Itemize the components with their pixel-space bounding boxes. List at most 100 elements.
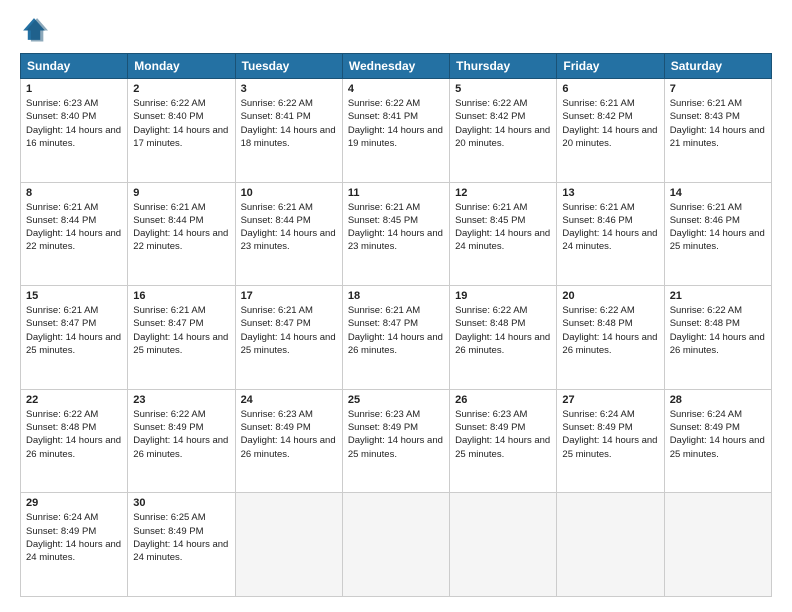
sunset-line: Sunset: 8:41 PM	[348, 110, 444, 123]
calendar-body: 1 Sunrise: 6:23 AM Sunset: 8:40 PM Dayli…	[21, 79, 772, 597]
day-number: 17	[241, 290, 337, 302]
calendar-cell: 30 Sunrise: 6:25 AM Sunset: 8:49 PM Dayl…	[128, 493, 235, 597]
day-header-sunday: Sunday	[21, 54, 128, 79]
calendar-cell: 21 Sunrise: 6:22 AM Sunset: 8:48 PM Dayl…	[664, 286, 771, 390]
sunset-line: Sunset: 8:40 PM	[26, 110, 122, 123]
daylight-line: Daylight: 14 hours and 23 minutes.	[241, 227, 337, 254]
daylight-line: Daylight: 14 hours and 26 minutes.	[241, 434, 337, 461]
sunset-line: Sunset: 8:49 PM	[455, 421, 551, 434]
sunrise-line: Sunrise: 6:22 AM	[670, 304, 766, 317]
day-number: 1	[26, 83, 122, 95]
sunrise-line: Sunrise: 6:21 AM	[26, 304, 122, 317]
sunrise-line: Sunrise: 6:21 AM	[455, 201, 551, 214]
calendar-cell: 22 Sunrise: 6:22 AM Sunset: 8:48 PM Dayl…	[21, 389, 128, 493]
calendar-cell: 18 Sunrise: 6:21 AM Sunset: 8:47 PM Dayl…	[342, 286, 449, 390]
daylight-line: Daylight: 14 hours and 24 minutes.	[133, 538, 229, 565]
calendar-cell: 25 Sunrise: 6:23 AM Sunset: 8:49 PM Dayl…	[342, 389, 449, 493]
calendar-week-3: 15 Sunrise: 6:21 AM Sunset: 8:47 PM Dayl…	[21, 286, 772, 390]
sunrise-line: Sunrise: 6:21 AM	[670, 97, 766, 110]
sunset-line: Sunset: 8:47 PM	[348, 317, 444, 330]
sunrise-line: Sunrise: 6:23 AM	[26, 97, 122, 110]
day-number: 11	[348, 187, 444, 199]
day-header-wednesday: Wednesday	[342, 54, 449, 79]
day-number: 27	[562, 394, 658, 406]
day-number: 20	[562, 290, 658, 302]
calendar-cell: 4 Sunrise: 6:22 AM Sunset: 8:41 PM Dayli…	[342, 79, 449, 183]
day-number: 29	[26, 497, 122, 509]
calendar-week-5: 29 Sunrise: 6:24 AM Sunset: 8:49 PM Dayl…	[21, 493, 772, 597]
sunrise-line: Sunrise: 6:22 AM	[26, 408, 122, 421]
sunset-line: Sunset: 8:49 PM	[26, 525, 122, 538]
calendar-cell: 13 Sunrise: 6:21 AM Sunset: 8:46 PM Dayl…	[557, 182, 664, 286]
calendar-table: SundayMondayTuesdayWednesdayThursdayFrid…	[20, 53, 772, 597]
day-number: 2	[133, 83, 229, 95]
sunset-line: Sunset: 8:48 PM	[26, 421, 122, 434]
sunset-line: Sunset: 8:46 PM	[670, 214, 766, 227]
sunrise-line: Sunrise: 6:24 AM	[670, 408, 766, 421]
sunrise-line: Sunrise: 6:22 AM	[133, 408, 229, 421]
daylight-line: Daylight: 14 hours and 25 minutes.	[670, 434, 766, 461]
daylight-line: Daylight: 14 hours and 26 minutes.	[455, 331, 551, 358]
calendar-cell	[450, 493, 557, 597]
sunrise-line: Sunrise: 6:22 AM	[133, 97, 229, 110]
daylight-line: Daylight: 14 hours and 20 minutes.	[455, 124, 551, 151]
sunset-line: Sunset: 8:45 PM	[348, 214, 444, 227]
daylight-line: Daylight: 14 hours and 23 minutes.	[348, 227, 444, 254]
day-header-tuesday: Tuesday	[235, 54, 342, 79]
sunrise-line: Sunrise: 6:24 AM	[26, 511, 122, 524]
day-number: 14	[670, 187, 766, 199]
daylight-line: Daylight: 14 hours and 26 minutes.	[670, 331, 766, 358]
daylight-line: Daylight: 14 hours and 25 minutes.	[455, 434, 551, 461]
calendar-cell: 10 Sunrise: 6:21 AM Sunset: 8:44 PM Dayl…	[235, 182, 342, 286]
sunrise-line: Sunrise: 6:23 AM	[348, 408, 444, 421]
day-number: 18	[348, 290, 444, 302]
day-number: 12	[455, 187, 551, 199]
daylight-line: Daylight: 14 hours and 24 minutes.	[26, 538, 122, 565]
day-number: 21	[670, 290, 766, 302]
daylight-line: Daylight: 14 hours and 22 minutes.	[133, 227, 229, 254]
day-number: 25	[348, 394, 444, 406]
sunrise-line: Sunrise: 6:23 AM	[455, 408, 551, 421]
daylight-line: Daylight: 14 hours and 18 minutes.	[241, 124, 337, 151]
daylight-line: Daylight: 14 hours and 26 minutes.	[348, 331, 444, 358]
sunrise-line: Sunrise: 6:22 AM	[348, 97, 444, 110]
sunrise-line: Sunrise: 6:22 AM	[455, 304, 551, 317]
daylight-line: Daylight: 14 hours and 19 minutes.	[348, 124, 444, 151]
daylight-line: Daylight: 14 hours and 17 minutes.	[133, 124, 229, 151]
day-number: 16	[133, 290, 229, 302]
sunset-line: Sunset: 8:44 PM	[26, 214, 122, 227]
sunrise-line: Sunrise: 6:21 AM	[241, 304, 337, 317]
logo-icon	[20, 15, 48, 43]
sunset-line: Sunset: 8:49 PM	[133, 525, 229, 538]
sunset-line: Sunset: 8:45 PM	[455, 214, 551, 227]
daylight-line: Daylight: 14 hours and 22 minutes.	[26, 227, 122, 254]
sunrise-line: Sunrise: 6:21 AM	[670, 201, 766, 214]
daylight-line: Daylight: 14 hours and 26 minutes.	[26, 434, 122, 461]
day-number: 8	[26, 187, 122, 199]
calendar-cell: 11 Sunrise: 6:21 AM Sunset: 8:45 PM Dayl…	[342, 182, 449, 286]
day-number: 4	[348, 83, 444, 95]
day-number: 3	[241, 83, 337, 95]
day-number: 24	[241, 394, 337, 406]
calendar-cell: 19 Sunrise: 6:22 AM Sunset: 8:48 PM Dayl…	[450, 286, 557, 390]
calendar-cell: 26 Sunrise: 6:23 AM Sunset: 8:49 PM Dayl…	[450, 389, 557, 493]
day-number: 19	[455, 290, 551, 302]
day-number: 10	[241, 187, 337, 199]
calendar-week-1: 1 Sunrise: 6:23 AM Sunset: 8:40 PM Dayli…	[21, 79, 772, 183]
header	[20, 15, 772, 43]
day-number: 26	[455, 394, 551, 406]
daylight-line: Daylight: 14 hours and 20 minutes.	[562, 124, 658, 151]
calendar-week-4: 22 Sunrise: 6:22 AM Sunset: 8:48 PM Dayl…	[21, 389, 772, 493]
day-number: 22	[26, 394, 122, 406]
sunrise-line: Sunrise: 6:21 AM	[562, 201, 658, 214]
sunset-line: Sunset: 8:47 PM	[241, 317, 337, 330]
daylight-line: Daylight: 14 hours and 25 minutes.	[241, 331, 337, 358]
page: SundayMondayTuesdayWednesdayThursdayFrid…	[0, 0, 792, 612]
sunrise-line: Sunrise: 6:21 AM	[562, 97, 658, 110]
calendar-cell: 9 Sunrise: 6:21 AM Sunset: 8:44 PM Dayli…	[128, 182, 235, 286]
calendar-cell: 27 Sunrise: 6:24 AM Sunset: 8:49 PM Dayl…	[557, 389, 664, 493]
day-number: 28	[670, 394, 766, 406]
calendar-cell: 20 Sunrise: 6:22 AM Sunset: 8:48 PM Dayl…	[557, 286, 664, 390]
sunset-line: Sunset: 8:47 PM	[133, 317, 229, 330]
day-number: 7	[670, 83, 766, 95]
